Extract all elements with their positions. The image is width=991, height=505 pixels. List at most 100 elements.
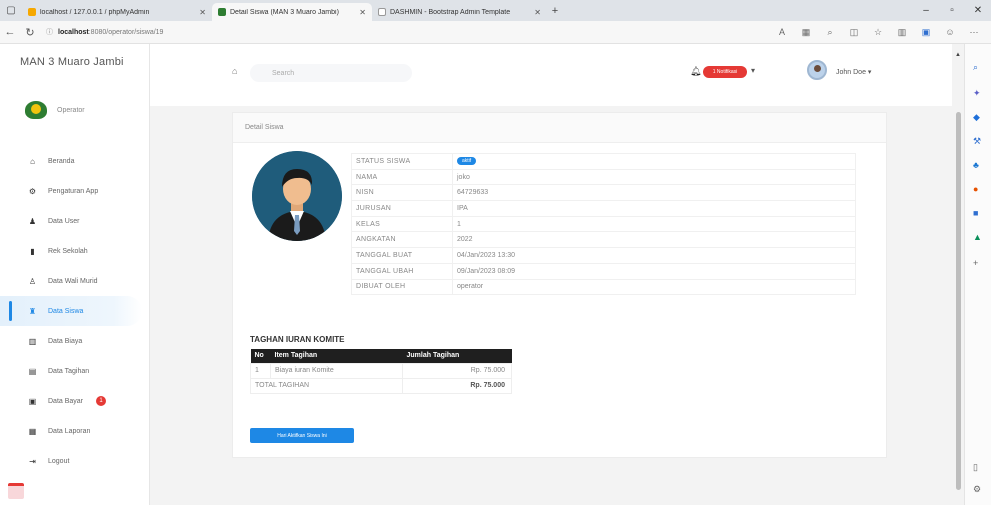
close-tab-icon[interactable]: ✕ (199, 8, 206, 17)
drop-icon[interactable]: ▲ (973, 232, 982, 242)
browser-sidebar: ⌕ ✦ ◆ ⚒ ♣ ● ■ ▲ + ▯ ⚙ (964, 44, 991, 505)
action-button[interactable]: Hari Aktifkan Siswa Ini (250, 428, 354, 443)
detail-label: NAMA (351, 168, 453, 186)
close-tab-icon[interactable]: ✕ (534, 8, 541, 17)
table-row: NISN 64729633 (351, 184, 856, 202)
close-tab-icon[interactable]: ✕ (359, 8, 366, 17)
table-header-row: No Item Tagihan Jumlah Tagihan (250, 349, 512, 363)
chevron-down-icon[interactable]: ▾ (751, 66, 755, 75)
sidebar-item-data-laporan[interactable]: ▦ Data Laporan (0, 416, 149, 446)
favorites-icon[interactable]: ☆ (867, 27, 889, 38)
detail-value: joko (452, 168, 856, 186)
column-header: Jumlah Tagihan (402, 349, 512, 363)
sidebar-item-label: Data Bayar (48, 397, 84, 405)
column-header: Item Tagihan (270, 349, 403, 363)
page-scrollbar[interactable]: ▲ (952, 44, 964, 505)
tab-title: DASHMIN - Bootstrap Admin Template (390, 8, 511, 16)
student-detail-table: STATUS SISWA aktif NAMA joko NISN 64729633 … (351, 153, 856, 296)
sidebar-item-data-user[interactable]: ♟ Data User (0, 206, 149, 236)
scroll-up-icon[interactable]: ▲ (955, 52, 961, 58)
table-row: TANGGAL UBAH 09/Jan/2023 08:09 (351, 262, 856, 280)
sidebar-item-logout[interactable]: ⇥ Logout (0, 446, 149, 476)
student-avatar (252, 151, 342, 241)
sidebar-item-pengaturan-app[interactable]: ⚙ Pengaturan App (0, 176, 149, 206)
user-name: John Doe (836, 69, 866, 76)
games-icon[interactable]: ♣ (973, 160, 979, 170)
settings-icon[interactable]: ⚙ (973, 484, 981, 495)
apps-icon[interactable]: ▦ (795, 27, 817, 38)
table-row: TANGGAL BUAT 04/Jan/2023 13:30 (351, 247, 856, 264)
back-icon[interactable]: ← (0, 26, 20, 38)
office-icon[interactable]: ● (973, 184, 978, 194)
table-row: DIBUAT OLEH operator (351, 278, 856, 296)
outlook-icon[interactable]: ■ (973, 208, 978, 218)
user-icon: ♟ (28, 216, 37, 226)
split-screen-icon[interactable]: ▥ (891, 27, 913, 38)
sidebar-item-label: Logout (48, 457, 70, 465)
maximize-icon[interactable]: ▫ (939, 5, 965, 16)
sidebar-item-data-siswa[interactable]: ♜ Data Siswa (0, 296, 142, 326)
user-box: Operator (0, 68, 149, 134)
sidebar-item-beranda[interactable]: ⌂ Beranda (0, 146, 149, 176)
zoom-icon[interactable]: ⌕ (819, 27, 841, 38)
sidebar-item-rek-sekolah[interactable]: ▮ Rek Sekolah (0, 236, 149, 266)
search-icon[interactable]: ⌕ (973, 62, 978, 73)
detail-value: operator (452, 278, 856, 296)
browser-tab-phpmyadmin[interactable]: localhost / 127.0.0.1 / phpMyAdmin ✕ (22, 3, 212, 21)
reload-icon[interactable]: ↻ (20, 26, 40, 39)
brand-title: MAN 3 Muaro Jambi (20, 56, 124, 68)
detail-label: STATUS SISWA (351, 153, 453, 170)
bell-icon[interactable]: 🔔︎ (690, 66, 701, 77)
tagihan-table: No Item Tagihan Jumlah Tagihan 1 Biaya i… (250, 349, 512, 394)
detail-value: 09/Jan/2023 08:09 (452, 262, 856, 280)
collections-icon[interactable]: ▣ (915, 27, 937, 38)
tab-actions-icon[interactable]: ▢ (0, 0, 22, 21)
taskbar-logo-icon (8, 483, 24, 499)
status-badge: aktif (457, 157, 477, 166)
profile-icon[interactable]: ☺ (939, 27, 961, 38)
shopping-icon[interactable]: ◆ (973, 112, 980, 123)
notification-pill[interactable]: 1 Notifikasi (703, 66, 747, 78)
sidebar-item-data-tagihan[interactable]: ▤ Data Tagihan (0, 356, 149, 386)
home-icon[interactable]: ⌂ (232, 66, 237, 76)
sidebar-menu: ⌂ Beranda ⚙ Pengaturan App ♟ Data User ▮ Rek… (0, 146, 149, 476)
invoice-icon: ▤ (28, 366, 37, 376)
url-field[interactable]: ⓘ localhost:8080/operator/siswa/19 (46, 27, 163, 37)
browser-tab-detail-siswa[interactable]: Detail Siswa (MAN 3 Muaro Jambi) ✕ (212, 3, 372, 21)
column-header: No (250, 349, 271, 363)
top-navbar: ⌂ Search 🔔︎ 1 Notifikasi ▾ John Doe ▾ (150, 44, 952, 106)
close-window-icon[interactable]: ✕ (965, 5, 991, 16)
more-icon[interactable]: ⋯ (963, 27, 985, 38)
cell-amount: Rp. 75.000 (402, 362, 512, 379)
url-path: :8080/operator/siswa/19 (88, 28, 164, 36)
avatar[interactable] (807, 60, 827, 80)
minimize-icon[interactable]: – (913, 5, 939, 16)
scroll-thumb[interactable] (956, 112, 961, 490)
school-logo-icon (25, 101, 47, 119)
tab-title: Detail Siswa (MAN 3 Muaro Jambi) (230, 8, 339, 16)
detail-value: 1 (452, 215, 856, 233)
copilot-icon[interactable]: ✦ (973, 88, 981, 99)
card-title: Detail Siswa (233, 113, 886, 143)
extensions-icon[interactable]: ◫ (843, 27, 865, 38)
table-total-row: TOTAL TAGIHAN Rp. 75.000 (250, 377, 512, 394)
sidebar-item-data-bayar[interactable]: ▣ Data Bayar 1 (0, 386, 149, 416)
sidebar-item-data-biaya[interactable]: ▥ Data Biaya (0, 326, 149, 356)
chart-icon: ▥ (28, 336, 37, 346)
money-icon: ▣ (28, 396, 37, 406)
tools-icon[interactable]: ⚒ (973, 136, 981, 147)
detail-label: TANGGAL BUAT (351, 247, 453, 264)
search-input[interactable]: Search (250, 64, 412, 82)
browser-tab-dashmin[interactable]: DASHMIN - Bootstrap Admin Template ✕ (372, 3, 547, 21)
bank-icon: ▮ (30, 246, 35, 256)
sidebar-item-data-wali-murid[interactable]: ♙ Data Wali Murid (0, 266, 149, 296)
split-icon[interactable]: ▯ (973, 462, 978, 473)
read-aloud-icon[interactable]: A (771, 27, 793, 38)
user-menu[interactable]: John Doe ▾ (836, 68, 871, 76)
sidebar-item-label: Data Biaya (48, 337, 83, 345)
table-row: NAMA joko (351, 168, 856, 186)
tab-title: localhost / 127.0.0.1 / phpMyAdmin (40, 8, 150, 16)
add-icon[interactable]: + (973, 258, 978, 268)
new-tab-button[interactable]: + (547, 5, 563, 17)
detail-label: DIBUAT OLEH (351, 278, 453, 296)
